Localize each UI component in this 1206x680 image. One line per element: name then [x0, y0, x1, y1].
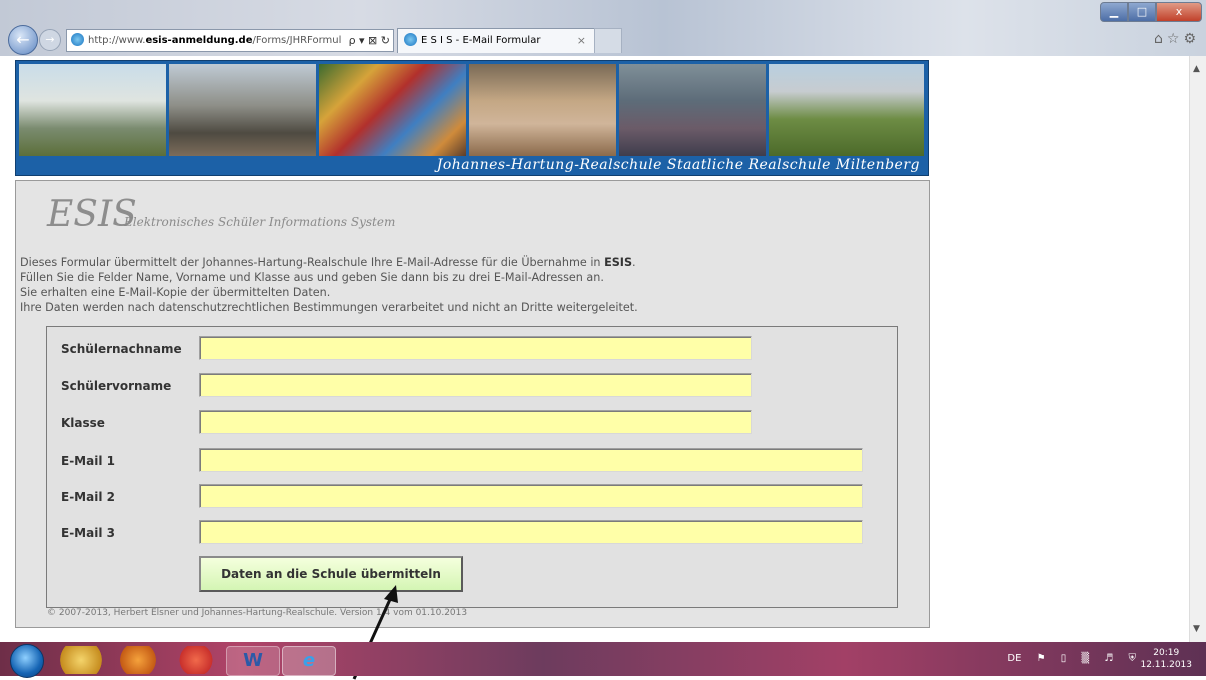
- banner-photo-art: [319, 64, 466, 156]
- footer-copyright: © 2007-2013, Herbert Elsner und Johannes…: [47, 608, 468, 618]
- tab-close-icon[interactable]: ×: [577, 29, 586, 53]
- language-indicator[interactable]: DE: [1007, 653, 1021, 664]
- address-bar-controls[interactable]: ρ ▾ ⊠ ↻: [349, 30, 390, 51]
- email-1-input[interactable]: [199, 448, 863, 472]
- media-player-taskbar-icon[interactable]: [112, 646, 164, 674]
- ie-favicon-icon: [71, 32, 84, 46]
- paint-taskbar-icon[interactable]: [170, 646, 222, 674]
- class-label: Klasse: [61, 416, 105, 430]
- close-button[interactable]: x: [1156, 2, 1202, 22]
- ie-favicon-icon: [404, 32, 417, 46]
- arrow-left-icon: ←: [16, 30, 30, 49]
- arrow-right-icon: →: [45, 33, 55, 46]
- banner-photo-students: [619, 64, 766, 156]
- email-2-input[interactable]: [199, 484, 863, 508]
- submit-button[interactable]: Daten an die Schule übermitteln: [199, 556, 463, 592]
- browser-chrome: ▁ □ x ← → http://www.esis-anmeldung.de/F…: [0, 0, 1206, 56]
- banner-caption: Johannes-Hartung-Realschule Staatliche R…: [436, 157, 920, 173]
- volume-icon[interactable]: ♬: [1104, 653, 1113, 664]
- flag-icon[interactable]: ⚑: [1037, 653, 1046, 664]
- explorer-taskbar-icon[interactable]: [55, 646, 107, 674]
- form-row-class: Klasse: [47, 410, 897, 438]
- banner-photo-bakery: [469, 64, 616, 156]
- scroll-up-icon[interactable]: ▲: [1193, 64, 1200, 74]
- ie-taskbar-icon[interactable]: e: [282, 646, 336, 676]
- banner-photo-building: [19, 64, 166, 156]
- form-row-email-3: E-Mail 3: [47, 520, 897, 548]
- toolbar-icons[interactable]: ⌂☆⚙: [1154, 31, 1200, 47]
- battery-icon[interactable]: ▯: [1061, 653, 1067, 664]
- email-form: Schülernachname Schülervorname Klasse E-…: [46, 326, 898, 608]
- windows-taskbar: W e DE ⚑ ▯ ▒ ♬ ⛨ 20:19 12.11.2013: [0, 642, 1206, 678]
- intro-text: Dieses Formular übermittelt der Johannes…: [20, 256, 638, 314]
- shield-icon[interactable]: ⛨: [1129, 653, 1137, 664]
- lastname-label: Schülernachname: [61, 342, 182, 356]
- maximize-button[interactable]: □: [1128, 2, 1156, 22]
- school-banner: Johannes-Hartung-Realschule Staatliche R…: [15, 60, 929, 176]
- banner-photo-schoolyard: [169, 64, 316, 156]
- vertical-scrollbar[interactable]: ▲ ▼: [1189, 56, 1206, 642]
- taskbar-clock[interactable]: 20:19 12.11.2013: [1140, 647, 1192, 671]
- signal-icon[interactable]: ▒: [1081, 653, 1089, 664]
- back-button[interactable]: ←: [8, 25, 38, 55]
- clock-time: 20:19: [1153, 648, 1180, 658]
- word-taskbar-icon[interactable]: W: [226, 646, 280, 676]
- forward-button[interactable]: →: [39, 29, 61, 51]
- lastname-input[interactable]: [199, 336, 752, 360]
- form-row-email-2: E-Mail 2: [47, 484, 897, 512]
- esis-subtitle: Elektronisches Schüler Informations Syst…: [124, 215, 396, 229]
- email-1-label: E-Mail 1: [61, 454, 115, 468]
- class-input[interactable]: [199, 410, 752, 434]
- scroll-down-icon[interactable]: ▼: [1193, 624, 1200, 634]
- form-row-email-1: E-Mail 1: [47, 448, 897, 476]
- tab-esis[interactable]: E S I S - E-Mail Formular ×: [397, 28, 595, 53]
- firstname-label: Schülervorname: [61, 379, 172, 393]
- minimize-button[interactable]: ▁: [1100, 2, 1128, 22]
- address-url: http://www.esis-anmeldung.de/Forms/JHRFo…: [88, 35, 342, 46]
- address-bar[interactable]: http://www.esis-anmeldung.de/Forms/JHRFo…: [66, 29, 394, 52]
- clock-date: 12.11.2013: [1140, 660, 1192, 670]
- email-2-label: E-Mail 2: [61, 490, 115, 504]
- form-row-lastname: Schülernachname: [47, 336, 897, 364]
- firstname-input[interactable]: [199, 373, 752, 397]
- window-controls: ▁ □ x: [1100, 2, 1202, 22]
- system-tray: DE ⚑ ▯ ▒ ♬ ⛨: [995, 642, 1136, 676]
- new-tab-button[interactable]: [594, 28, 622, 53]
- banner-photo-campus: [769, 64, 924, 156]
- tab-title: E S I S - E-Mail Formular: [421, 35, 541, 46]
- esis-panel: ESIS Elektronisches Schüler Informations…: [15, 180, 930, 628]
- start-button[interactable]: [10, 644, 44, 678]
- email-3-label: E-Mail 3: [61, 526, 115, 540]
- email-3-input[interactable]: [199, 520, 863, 544]
- form-row-firstname: Schülervorname: [47, 373, 897, 401]
